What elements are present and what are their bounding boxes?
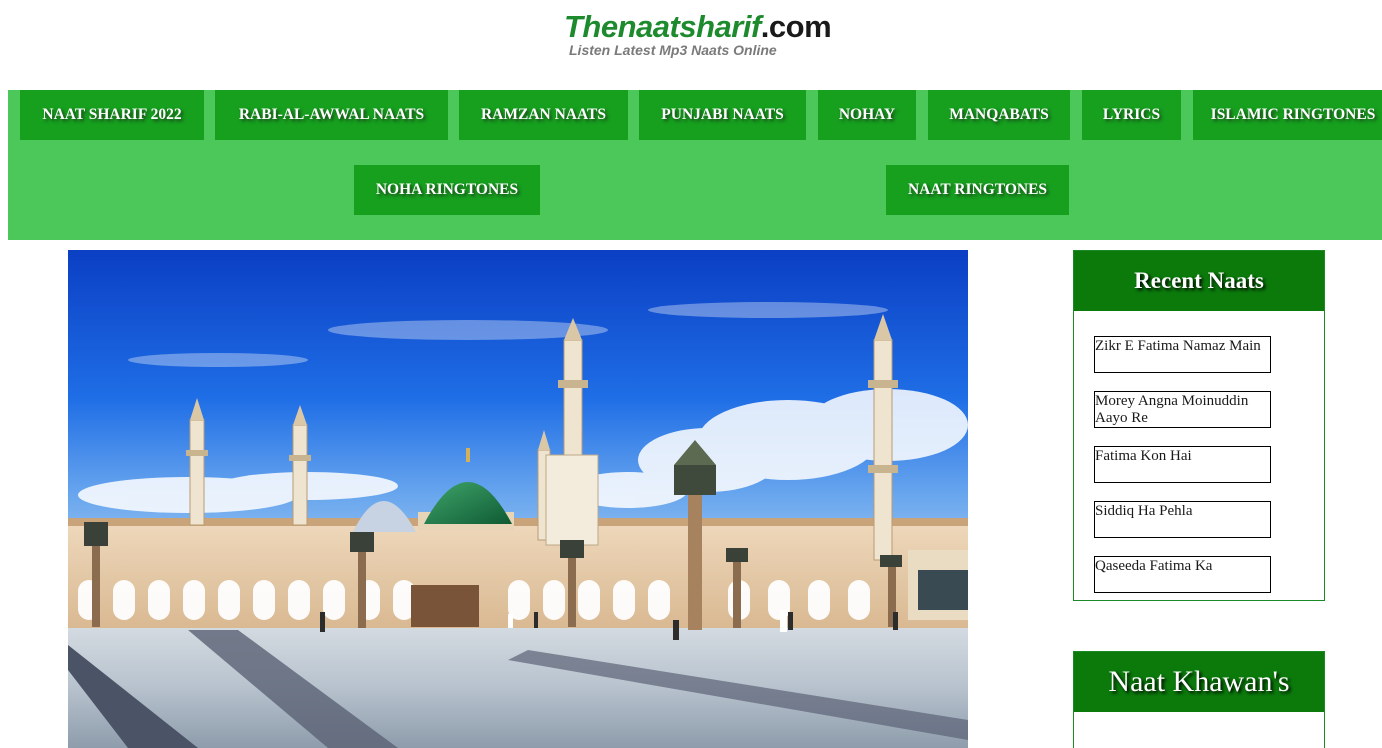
nav-item-manqabats[interactable]: MANQABATS (928, 90, 1070, 140)
nav-item-lyrics[interactable]: LYRICS (1082, 90, 1181, 140)
nav-item-naat-sharif-2022[interactable]: NAAT SHARIF 2022 (20, 90, 204, 140)
naat-khawans-widget: Naat Khawan's (1073, 651, 1325, 748)
main-navigation: NAAT SHARIF 2022 RABI-AL-AWWAL NAATS RAM… (8, 90, 1382, 240)
nav-item-islamic-ringtones[interactable]: ISLAMIC RINGTONES (1193, 90, 1382, 140)
logo-wordmark: Thenaatsharif.com (564, 8, 832, 46)
mosque-illustration (68, 250, 968, 748)
logo-tagline: Listen Latest Mp3 Naats Online (569, 42, 777, 58)
nav-item-nohay[interactable]: NOHAY (818, 90, 916, 140)
logo-tld: .com (760, 9, 832, 44)
nav-item-rabi-al-awwal-naats[interactable]: RABI-AL-AWWAL NAATS (215, 90, 448, 140)
nav-item-punjabi-naats[interactable]: PUNJABI NAATS (639, 90, 806, 140)
logo-brand: Thenaatsharif (564, 9, 761, 44)
site-header: Thenaatsharif.com Listen Latest Mp3 Naat… (0, 0, 1382, 90)
recent-naats-title: Recent Naats (1074, 251, 1324, 311)
site-logo[interactable]: Thenaatsharif.com Listen Latest Mp3 Naat… (564, 8, 864, 64)
nav-item-naat-ringtones[interactable]: NAAT RINGTONES (886, 165, 1069, 215)
recent-post-link[interactable]: Siddiq Ha Pehla (1094, 501, 1271, 538)
recent-post-link[interactable]: Qaseeda Fatima Ka (1094, 556, 1271, 593)
recent-naats-widget: Recent Naats Zikr E Fatima Namaz Main Mo… (1073, 250, 1325, 601)
featured-image[interactable] (68, 250, 968, 748)
recent-post-link[interactable]: Morey Angna Moinuddin Aayo Re (1094, 391, 1271, 428)
recent-post-link[interactable]: Zikr E Fatima Namaz Main (1094, 336, 1271, 373)
naat-khawans-title: Naat Khawan's (1074, 652, 1324, 712)
recent-post-link[interactable]: Fatima Kon Hai (1094, 446, 1271, 483)
nav-item-ramzan-naats[interactable]: RAMZAN NAATS (459, 90, 628, 140)
nav-item-noha-ringtones[interactable]: NOHA RINGTONES (354, 165, 540, 215)
